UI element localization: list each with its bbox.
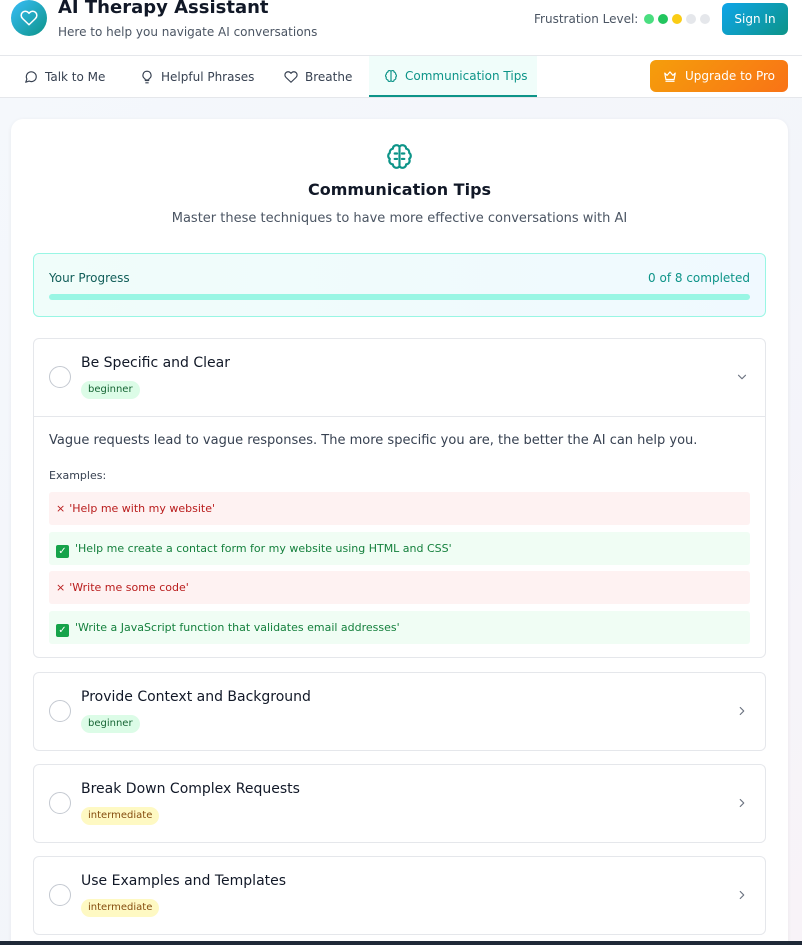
tab-label: Helpful Phrases	[161, 69, 255, 84]
tab-breathe[interactable]: Breathe	[284, 56, 352, 97]
upgrade-button[interactable]: Upgrade to Pro	[650, 60, 788, 92]
check-icon: ✓	[56, 545, 69, 558]
tip-description: Vague requests lead to vague responses. …	[49, 433, 698, 448]
level-badge: intermediate	[81, 807, 160, 825]
chat-icon	[25, 70, 37, 83]
frustration-dot	[672, 14, 683, 24]
tab-helpful-phrases[interactable]: Helpful Phrases	[140, 56, 254, 97]
tip-body: Vague requests lead to vague responses. …	[34, 416, 765, 657]
tab-label: Communication Tips	[405, 68, 528, 83]
tip-item: Provide Context and Background beginner	[33, 672, 766, 751]
cross-icon: ×	[56, 502, 66, 515]
frustration-dot	[686, 14, 697, 24]
page-title: Communication Tips	[307, 180, 492, 199]
app-subtitle: Here to help you navigate AI conversatio…	[58, 25, 318, 39]
upgrade-label: Upgrade to Pro	[684, 69, 776, 83]
communication-tips-card: Communication Tips Master these techniqu…	[11, 119, 788, 945]
window-bottom-edge	[0, 941, 802, 945]
bad-example: × 'Write me some code'	[49, 571, 750, 604]
tip-item: Break Down Complex Requests intermediate	[33, 764, 766, 843]
cross-icon: ×	[56, 581, 66, 594]
page-subtitle: Master these techniques to have more eff…	[171, 211, 628, 226]
chevron-right-icon[interactable]	[735, 888, 749, 902]
tip-title: Use Examples and Templates	[81, 873, 287, 889]
tab-label: Breathe	[305, 69, 353, 84]
tip-header[interactable]: Break Down Complex Requests intermediate	[34, 765, 765, 842]
progress-label: Your Progress	[49, 271, 130, 285]
tip-header[interactable]: Be Specific and Clear beginner	[34, 339, 765, 416]
heart-icon	[284, 70, 298, 83]
sign-in-button[interactable]: Sign In	[722, 3, 788, 35]
tab-talk-to-me[interactable]: Talk to Me	[24, 56, 105, 97]
progress-bar	[49, 294, 750, 300]
tip-title: Be Specific and Clear	[81, 355, 231, 371]
level-badge: beginner	[81, 715, 140, 733]
level-badge: beginner	[81, 381, 140, 399]
good-example: ✓ 'Help me create a contact form for my w…	[49, 532, 750, 565]
example-text: 'Write a JavaScript function that valida…	[75, 621, 400, 634]
progress-count: 0 of 8 completed	[648, 271, 750, 285]
example-text: 'Help me with my website'	[69, 502, 215, 515]
complete-checkbox[interactable]	[49, 366, 71, 388]
tip-header[interactable]: Provide Context and Background beginner	[34, 673, 765, 750]
complete-checkbox[interactable]	[49, 884, 71, 906]
heart-logo-icon	[11, 0, 47, 36]
frustration-dots	[644, 14, 711, 24]
app-title: AI Therapy Assistant	[58, 0, 269, 18]
complete-checkbox[interactable]	[49, 700, 71, 722]
frustration-dot	[658, 14, 669, 24]
example-text: 'Help me create a contact form for my we…	[75, 542, 452, 555]
frustration-dot	[644, 14, 655, 24]
tab-label: Talk to Me	[45, 69, 106, 84]
frustration-label: Frustration Level:	[534, 12, 639, 26]
check-icon: ✓	[56, 624, 69, 637]
frustration-meter: Frustration Level:	[534, 12, 711, 26]
good-example: ✓ 'Write a JavaScript function that valid…	[49, 611, 750, 644]
chevron-right-icon[interactable]	[735, 796, 749, 810]
tip-item: Be Specific and Clear beginner Vague req…	[33, 338, 766, 658]
app-header: AI Therapy Assistant Here to help you na…	[0, 0, 802, 56]
lightbulb-icon	[142, 70, 152, 83]
example-text: 'Write me some code'	[69, 581, 189, 594]
examples-label: Examples:	[49, 469, 107, 482]
tip-title: Provide Context and Background	[81, 689, 311, 705]
frustration-dot	[700, 14, 711, 24]
chevron-down-icon[interactable]	[735, 370, 749, 384]
brain-icon	[384, 69, 398, 82]
tip-title: Break Down Complex Requests	[81, 781, 300, 797]
chevron-right-icon[interactable]	[735, 704, 749, 718]
complete-checkbox[interactable]	[49, 792, 71, 814]
bad-example: × 'Help me with my website'	[49, 492, 750, 525]
tab-communication-tips[interactable]: Communication Tips	[369, 56, 537, 97]
level-badge: intermediate	[81, 899, 160, 917]
progress-panel: Your Progress 0 of 8 completed	[33, 253, 766, 317]
brain-icon	[387, 144, 412, 169]
main-nav: Talk to Me Helpful Phrases Breathe Commu…	[0, 56, 802, 98]
tip-item: Use Examples and Templates intermediate	[33, 856, 766, 935]
crown-icon	[664, 71, 676, 82]
tip-header[interactable]: Use Examples and Templates intermediate	[34, 857, 765, 934]
